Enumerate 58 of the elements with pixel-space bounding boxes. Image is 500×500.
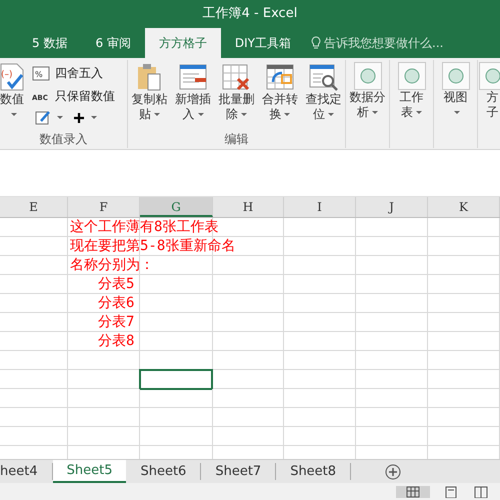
sheet-tab[interactable]: Sheet5 <box>52 460 126 483</box>
page-break-button[interactable] <box>472 484 490 498</box>
group-label: 数值录入 <box>38 131 88 148</box>
numeric-button[interactable]: (–) 数值 <box>0 60 27 130</box>
pencil-table-icon <box>35 110 51 125</box>
ribbon-button[interactable]: 数据分 析 <box>348 60 386 148</box>
ribbon-button[interactable]: 复制粘 贴 <box>130 60 169 130</box>
column-header[interactable]: I <box>284 197 356 217</box>
insert-row-icon <box>178 62 208 92</box>
cell-text: 分表6 <box>98 294 134 312</box>
ribbon-button[interactable]: 合并转 换 <box>260 60 299 130</box>
cell-text: 现在要把第5-8张重新命名 <box>70 237 236 255</box>
column-header[interactable]: H <box>213 197 284 217</box>
percent-icon: % <box>32 66 52 80</box>
edit-button[interactable] <box>33 109 65 126</box>
ribbon-button[interactable]: 工作 表 <box>396 60 426 148</box>
column-header[interactable]: G <box>140 197 213 217</box>
ribbon-button[interactable]: 视图 <box>440 60 470 148</box>
ribbon-tab[interactable]: 5 数据 <box>18 28 82 58</box>
group-label: 编辑 <box>224 131 250 148</box>
delete-table-icon <box>221 62 252 92</box>
ribbon-tab[interactable]: 6 审阅 <box>81 28 145 58</box>
plus-button[interactable] <box>71 110 99 124</box>
cell-text: 分表8 <box>98 332 134 350</box>
column-header[interactable]: J <box>356 197 428 217</box>
plus-icon <box>73 112 85 124</box>
sheet-tab[interactable]: Sheet6 <box>126 463 202 480</box>
normal-view-button[interactable] <box>396 486 430 498</box>
ribbon-button[interactable]: 查找定 位 <box>304 60 342 130</box>
ribbon-button[interactable]: 新增插 入 <box>174 60 212 130</box>
circle-icon <box>360 68 376 84</box>
lightbulb-icon <box>311 36 322 50</box>
document-check-icon: (–) <box>0 62 26 92</box>
ribbon-button[interactable]: % 四舍五入 <box>30 63 117 83</box>
grid-icon <box>406 486 420 498</box>
circle-icon <box>448 68 464 84</box>
cell-text: 这个工作薄有8张工作表 <box>70 218 218 236</box>
tell-me-field[interactable]: 告诉我您想要做什么... <box>311 28 444 58</box>
add-sheet-button[interactable] <box>383 462 404 480</box>
ribbon-button[interactable]: 方 子 <box>478 60 500 148</box>
sheet-tab[interactable]: Sheet7 <box>201 463 276 480</box>
ribbon-tab[interactable]: 方方格子 <box>144 28 221 58</box>
column-header[interactable]: E <box>0 197 68 217</box>
cell-text: 分表7 <box>98 313 134 331</box>
columns-icon <box>474 486 488 498</box>
ribbon-button[interactable]: 批量删 除 <box>217 60 256 130</box>
column-header[interactable]: K <box>428 197 500 217</box>
window-title: 工作簿4 - Excel <box>202 5 298 24</box>
selected-cell[interactable] <box>139 369 213 390</box>
plus-circle-icon <box>385 464 402 480</box>
sheet-tab[interactable]: Sheet8 <box>276 463 352 480</box>
circle-icon <box>484 68 500 84</box>
cell-text: 名称分别为： <box>70 256 154 274</box>
magnifier-icon <box>308 62 338 92</box>
cell-text: 分表5 <box>98 275 134 293</box>
ribbon-tab[interactable]: DIY工具箱 <box>220 28 306 58</box>
circle-icon <box>404 68 420 84</box>
page-icon <box>444 486 458 498</box>
